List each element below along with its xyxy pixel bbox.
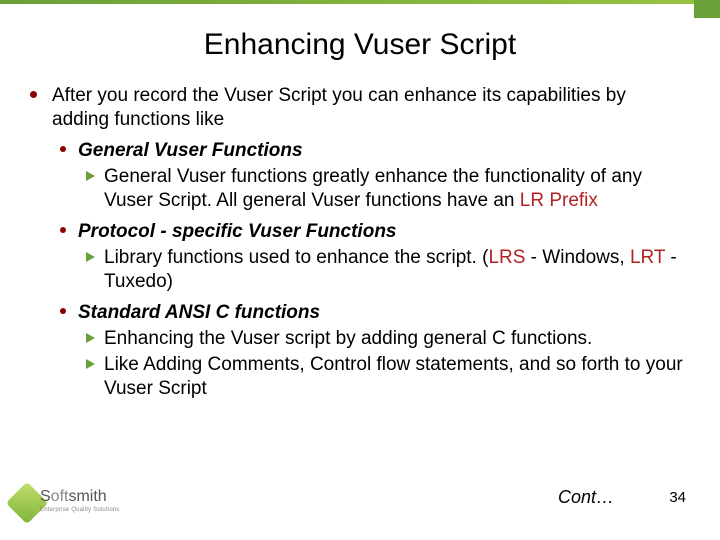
intro-paragraph: After you record the Vuser Script you ca… — [52, 84, 684, 402]
accent-text: LR Prefix — [520, 190, 598, 211]
section-1-item-1: General Vuser functions greatly enhance … — [104, 165, 684, 214]
bullet-icon — [60, 227, 66, 233]
accent-text: LRT — [630, 247, 665, 268]
section-2-item-1: Library functions used to enhance the sc… — [104, 246, 684, 295]
logo-part1: S — [40, 488, 51, 505]
section-3: Standard ANSI C functions Enhancing the … — [78, 301, 684, 402]
accent-bar — [0, 0, 720, 4]
logo-tagline: Enterprise Quality Solutions — [40, 507, 120, 513]
arrow-icon — [86, 171, 95, 181]
section-1: General Vuser Functions General Vuser fu… — [78, 139, 684, 214]
section-heading: Standard ANSI C functions — [78, 302, 320, 323]
bullet-icon — [60, 308, 66, 314]
arrow-icon — [86, 333, 95, 343]
section-3-item-2: Like Adding Comments, Control flow state… — [104, 353, 684, 402]
accent-text: LRS — [488, 247, 525, 268]
page-number: 34 — [669, 489, 686, 506]
sub-list: General Vuser Functions General Vuser fu… — [78, 139, 684, 402]
logo: Softsmith Enterprise Quality Solutions — [6, 484, 126, 528]
logo-text: Softsmith — [40, 488, 107, 506]
text: Enhancing the Vuser script by adding gen… — [104, 328, 592, 349]
text: Library functions used to enhance the sc… — [104, 247, 488, 268]
text: - Windows, — [525, 247, 630, 268]
slide: Enhancing Vuser Script After you record … — [0, 0, 720, 540]
corner-block — [694, 0, 720, 18]
bullet-icon — [60, 146, 66, 152]
logo-part3: smith — [68, 488, 106, 505]
text: Like Adding Comments, Control flow state… — [104, 354, 683, 399]
intro-text: After you record the Vuser Script you ca… — [52, 85, 626, 130]
section-heading: General Vuser Functions — [78, 140, 303, 161]
bullet-icon — [30, 91, 37, 98]
logo-part2: oft — [51, 488, 69, 505]
arrow-icon — [86, 252, 95, 262]
slide-content: After you record the Vuser Script you ca… — [52, 84, 684, 410]
section-2: Protocol - specific Vuser Functions Libr… — [78, 220, 684, 295]
section-heading: Protocol - specific Vuser Functions — [78, 221, 397, 242]
slide-title: Enhancing Vuser Script — [0, 28, 720, 62]
arrow-icon — [86, 359, 95, 369]
section-3-item-1: Enhancing the Vuser script by adding gen… — [104, 327, 684, 351]
continued-label: Cont… — [558, 487, 614, 508]
